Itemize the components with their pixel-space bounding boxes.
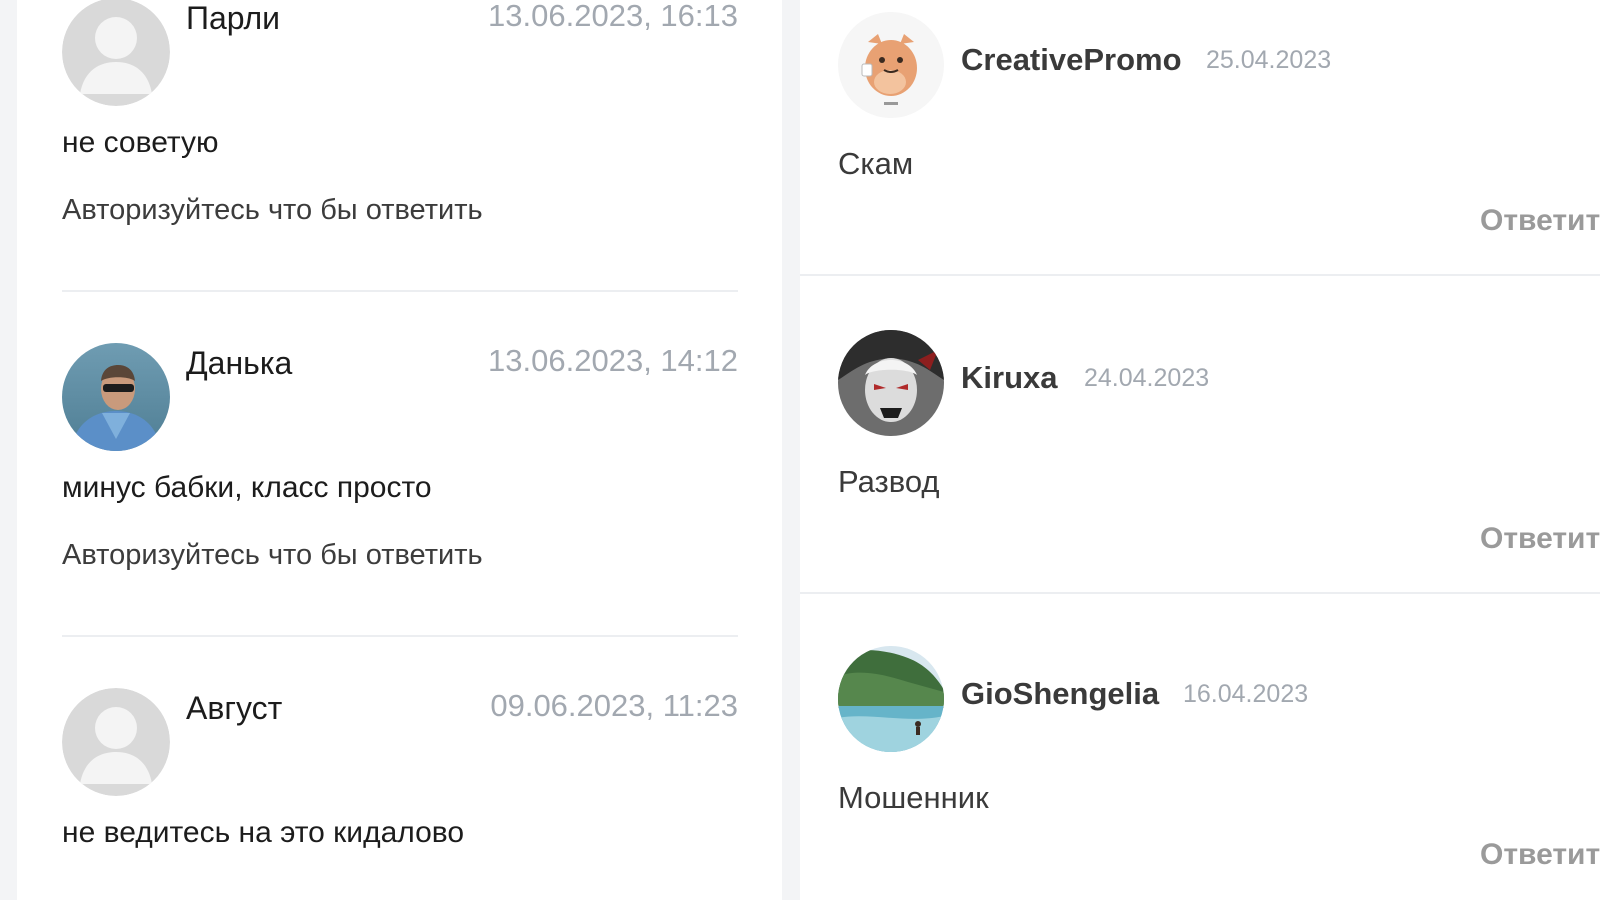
default-user-icon[interactable]: [62, 0, 170, 106]
user-photo[interactable]: [62, 343, 170, 451]
comment-text: Мошенник: [838, 780, 989, 815]
comment-text: Скам: [838, 146, 914, 181]
comment-divider: [62, 290, 738, 292]
comment-date: 13.06.2023, 16:13: [488, 0, 738, 33]
login-to-reply-link[interactable]: Авторизуйтесь что бы ответить: [62, 194, 483, 227]
comment-text: Развод: [838, 464, 940, 499]
comment-date: 13.06.2023, 14:12: [488, 343, 738, 378]
comment-text: не ведитесь на это кидалово: [62, 816, 465, 849]
comment-date: 09.06.2023, 11:23: [490, 688, 738, 723]
comment-date: 25.04.2023: [1206, 46, 1332, 74]
reply-button[interactable]: Ответить: [1480, 204, 1600, 238]
comment-divider: [800, 274, 1600, 276]
comment-date: 16.04.2023: [1183, 680, 1309, 708]
comment-date: 24.04.2023: [1084, 364, 1210, 392]
login-to-reply-link[interactable]: Авторизуйтесь что бы ответить: [62, 539, 483, 572]
comment-text: не советую: [62, 126, 219, 159]
comment-text: минус бабки, класс просто: [62, 471, 432, 504]
default-user-icon[interactable]: [62, 688, 170, 796]
right-comments-panel: CreativePromo 25.04.2023 Скам Ответить: [800, 0, 1600, 900]
comment-author[interactable]: GioShengelia: [961, 676, 1159, 712]
anime-character-image[interactable]: [838, 330, 944, 436]
comment-author[interactable]: Kiruxa: [961, 360, 1057, 396]
comment-author[interactable]: Парли: [186, 0, 280, 37]
cartoon-creature-image[interactable]: [838, 12, 944, 118]
comment-author[interactable]: Данька: [186, 345, 292, 382]
comment-author[interactable]: Август: [186, 690, 282, 727]
comment-author[interactable]: CreativePromo: [961, 42, 1182, 78]
comment-divider: [62, 635, 738, 637]
comments-page: Парли 13.06.2023, 16:13 не советую Автор…: [0, 0, 1600, 900]
reply-button[interactable]: Ответить: [1480, 838, 1600, 872]
left-comments-panel: Парли 13.06.2023, 16:13 не советую Автор…: [17, 0, 782, 900]
comment-divider: [800, 592, 1600, 594]
seaside-photo[interactable]: [838, 646, 944, 752]
reply-button[interactable]: Ответить: [1480, 522, 1600, 556]
